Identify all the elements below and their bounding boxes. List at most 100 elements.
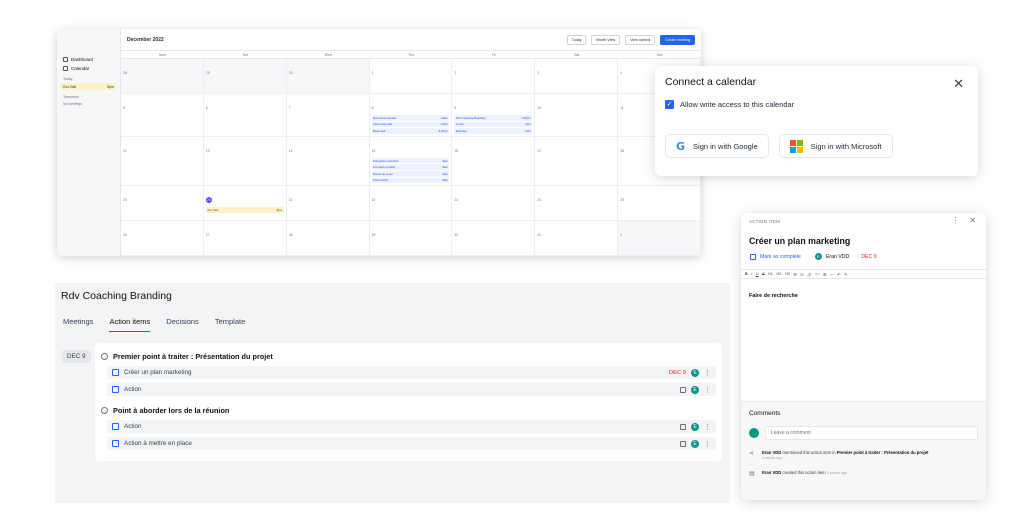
avatar[interactable]: E <box>691 422 699 431</box>
h2-button[interactable]: H2 <box>776 272 781 276</box>
sidebar-item-calendar[interactable]: Calendar <box>57 64 120 73</box>
more-options-icon[interactable]: ⋮ <box>704 440 711 448</box>
calendar-day-cell[interactable]: 1 <box>618 221 701 256</box>
calendar-day-cell[interactable]: 13 <box>203 136 287 187</box>
calendar-day-cell[interactable]: 27 <box>203 221 287 256</box>
code-icon[interactable]: <> <box>815 272 819 276</box>
write-access-checkbox[interactable]: ✓ Allow write access to this calendar <box>665 100 968 109</box>
h1-button[interactable]: H1 <box>768 272 773 276</box>
calendar-day-cell[interactable]: 20 Zoo Visit 8pm <box>203 186 287 222</box>
italic-button[interactable]: I <box>751 272 752 276</box>
calendar-day-cell[interactable]: 28 <box>121 59 204 94</box>
calendar-event[interactable]: Lunch 4pm <box>454 121 533 128</box>
sidebar-item-dashboard[interactable]: Dashboard <box>57 55 120 64</box>
calendar-day-cell[interactable]: 9 Rdv Coaching Branding 2:30pm Lunch 4pm Entr… <box>452 93 536 137</box>
calendar-day-cell[interactable]: 7 <box>286 93 370 137</box>
calendar-event[interactable]: Entreprise rencontre 9am <box>371 157 450 164</box>
today-button[interactable]: Today <box>566 34 587 45</box>
divider-icon[interactable]: — <box>830 272 834 276</box>
calendar-event[interactable]: Revue de projet 9am <box>371 170 450 177</box>
action-item-row[interactable]: Action E ⋮ <box>107 383 716 396</box>
avatar[interactable]: E <box>691 368 699 377</box>
tab-meetings[interactable]: Meetings <box>63 317 93 332</box>
comment-input[interactable] <box>765 426 978 440</box>
calendar-day-cell[interactable]: 28 <box>286 221 370 256</box>
action-item-row[interactable]: Action E ⋮ <box>107 420 716 433</box>
tab-template[interactable]: Template <box>215 317 245 332</box>
view-options-button[interactable]: View options <box>625 34 656 45</box>
action-item-row[interactable]: Action à mettre en place E ⋮ <box>107 437 716 450</box>
tab-decisions[interactable]: Decisions <box>166 317 199 332</box>
create-meeting-button[interactable]: Create meeting <box>660 34 695 45</box>
redo-icon[interactable]: ↷ <box>844 272 847 277</box>
calendar-icon[interactable] <box>680 423 686 430</box>
calendar-day-cell[interactable]: 30 <box>452 221 536 256</box>
checkbox[interactable] <box>112 369 119 376</box>
calendar-event[interactable]: Sport team talk 12pm <box>371 121 450 128</box>
bullet-list-icon[interactable]: ☰ <box>793 272 796 277</box>
calendar-icon[interactable] <box>680 386 686 393</box>
close-icon[interactable]: ✕ <box>953 76 964 92</box>
calendar-event[interactable]: Remorque reunion 11am <box>371 114 450 121</box>
calendar-day-cell[interactable]: 17 <box>535 136 619 187</box>
calendar-event[interactable]: Entretien 5pm <box>454 128 533 134</box>
tab-action-items[interactable]: Action items <box>109 317 151 332</box>
calendar-day-cell[interactable]: 1 <box>369 59 453 94</box>
owner-name[interactable]: Eran VDD <box>826 254 849 260</box>
calendar-event[interactable]: Point hebdo 9am <box>371 177 450 184</box>
agenda-point-header[interactable]: Premier point à traiter : Présentation d… <box>101 352 716 361</box>
action-item-title[interactable]: Créer un plan marketing <box>749 236 850 246</box>
checkbox[interactable] <box>112 386 119 393</box>
activity-target[interactable]: Premier point à traiter : Présentation d… <box>837 450 929 455</box>
calendar-day-cell[interactable]: 3 <box>535 59 619 94</box>
table-icon[interactable]: ⊞ <box>823 272 826 277</box>
calendar-day-cell[interactable]: 22 <box>369 186 453 222</box>
numbered-list-icon[interactable]: ☷ <box>800 272 803 277</box>
calendar-day-cell[interactable]: 12 <box>121 136 204 187</box>
calendar-day-cell[interactable]: 30 <box>286 59 370 94</box>
month-view-select[interactable]: Month View <box>591 34 621 45</box>
calendar-day-cell[interactable]: 6 <box>203 93 287 137</box>
undo-icon[interactable]: ↶ <box>837 272 840 277</box>
h3-button[interactable]: H3 <box>785 272 790 276</box>
avatar[interactable]: E <box>691 385 699 394</box>
calendar-event[interactable]: Book club 3:30pm <box>371 128 450 134</box>
calendar-event[interactable]: Rdv Coaching Branding 2:30pm <box>454 114 533 121</box>
due-date[interactable]: DEC 9 <box>861 254 876 260</box>
calendar-day-cell[interactable]: 10 <box>535 93 619 137</box>
link-icon[interactable]: 🔗 <box>807 272 812 277</box>
strike-button[interactable]: S <box>762 272 765 276</box>
sidebar-event[interactable]: Zoo Visit 8pm <box>61 83 116 90</box>
more-options-icon[interactable]: ⋮ <box>704 423 711 431</box>
calendar-day-cell[interactable]: 24 <box>535 186 619 222</box>
calendar-day-cell[interactable]: 2 <box>452 59 536 94</box>
calendar-day-cell[interactable]: 21 <box>286 186 370 222</box>
avatar[interactable]: E <box>691 439 699 448</box>
bold-button[interactable]: B <box>745 272 748 276</box>
more-options-icon[interactable]: ⋮ <box>951 216 959 225</box>
calendar-day-cell[interactable]: 8 Remorque reunion 11am Sport team talk 12pm… <box>369 93 453 137</box>
checkbox[interactable] <box>112 440 119 447</box>
calendar-day-cell[interactable]: 29 <box>369 221 453 256</box>
calendar-day-cell[interactable]: 31 <box>535 221 619 256</box>
checkbox[interactable] <box>112 423 119 430</box>
more-options-icon[interactable]: ⋮ <box>704 386 711 394</box>
agenda-point-header[interactable]: Point à aborder lors de la réunion <box>101 406 716 415</box>
calendar-day-cell[interactable]: 5 <box>121 93 204 137</box>
calendar-day-cell[interactable]: 19 <box>121 186 204 222</box>
microsoft-sign-in-button[interactable]: Sign in with Microsoft <box>778 134 893 158</box>
calendar-icon[interactable] <box>680 440 686 447</box>
description-text[interactable]: Faire de recherche <box>749 293 798 299</box>
calendar-day-cell[interactable]: 15 Entreprise rencontre 9am Formation produ… <box>369 136 453 187</box>
action-item-row[interactable]: Créer un plan marketing DEC 9 E ⋮ <box>107 366 716 379</box>
calendar-day-cell[interactable]: 16 <box>452 136 536 187</box>
calendar-day-cell[interactable]: 23 <box>452 186 536 222</box>
close-icon[interactable]: ✕ <box>969 216 976 225</box>
google-sign-in-button[interactable]: G Sign in with Google <box>665 134 769 158</box>
calendar-day-cell[interactable]: 25 <box>618 186 701 222</box>
calendar-event[interactable]: Formation produit 9am <box>371 164 450 170</box>
calendar-day-cell[interactable]: 26 <box>121 221 204 256</box>
calendar-event[interactable]: Zoo Visit 8pm <box>205 207 284 213</box>
mark-complete-button[interactable]: Mark as complete <box>760 254 801 260</box>
more-options-icon[interactable]: ⋮ <box>704 369 711 377</box>
